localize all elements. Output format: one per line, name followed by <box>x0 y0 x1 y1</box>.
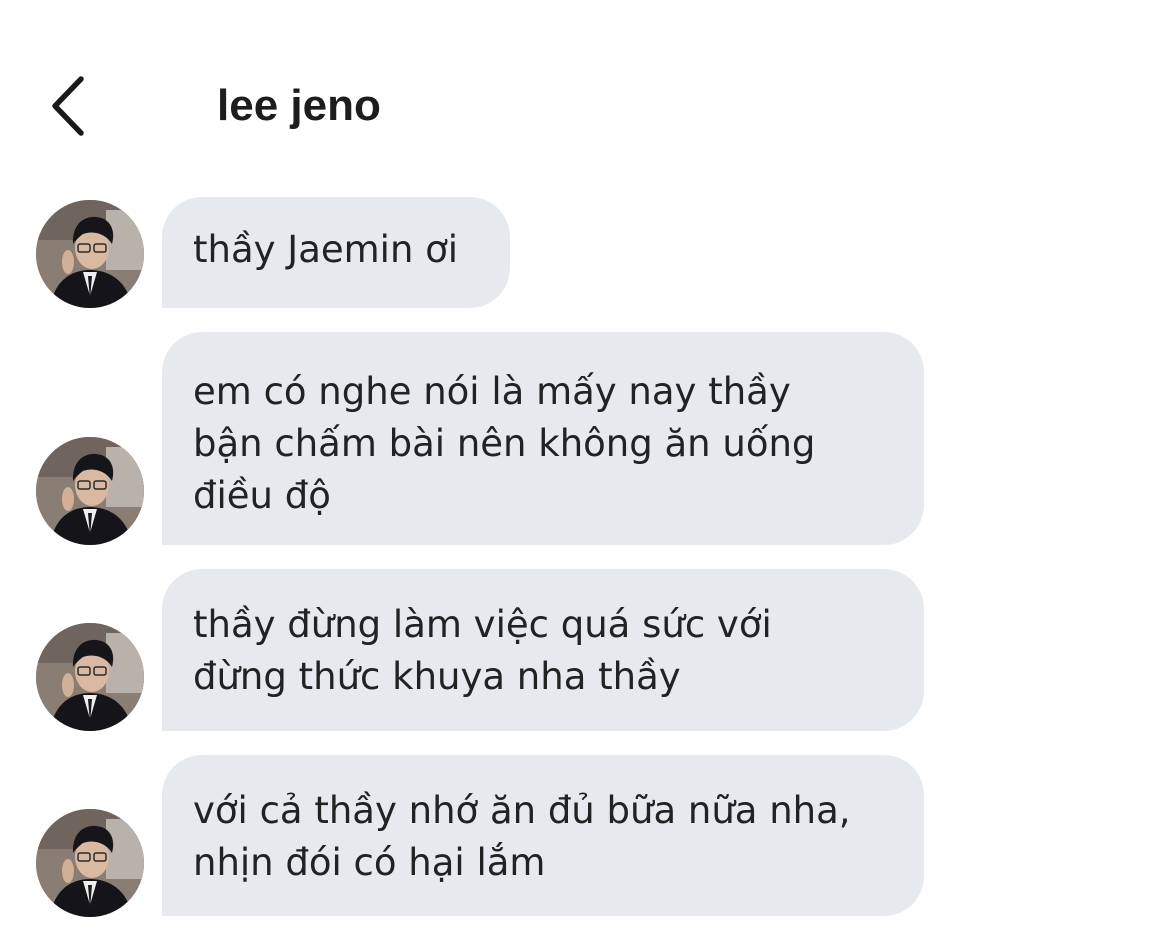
message-text-line: điều độ <box>193 474 331 517</box>
chevron-left-icon <box>52 76 84 136</box>
message-text-line: thầy đừng làm việc quá sức với <box>193 603 772 646</box>
avatar[interactable] <box>36 437 144 545</box>
message-text-line: em có nghe nói là mấy nay thầy <box>193 370 791 413</box>
chat-screen: lee jeno thầy Jaemin ơi em có nghe nói l… <box>0 0 1168 935</box>
chat-header: lee jeno <box>0 0 1168 190</box>
message-bubble[interactable]: em có nghe nói là mấy nay thầy bận chấm … <box>162 332 924 545</box>
message-text: thầy Jaemin ơi <box>193 228 459 271</box>
message-text-line: bận chấm bài nên không ăn uống <box>193 422 816 465</box>
message-text-line: nhịn đói có hại lắm <box>193 841 546 884</box>
avatar[interactable] <box>36 809 144 917</box>
message-bubble[interactable]: thầy Jaemin ơi <box>162 197 510 308</box>
message-bubble[interactable]: thầy đừng làm việc quá sức với đừng thức… <box>162 569 924 731</box>
page-title: lee jeno <box>217 81 381 130</box>
message-text-line: đừng thức khuya nha thầy <box>193 655 681 698</box>
back-button[interactable] <box>36 68 100 144</box>
message-text-line: với cả thầy nhớ ăn đủ bữa nữa nha, <box>193 789 851 832</box>
avatar[interactable] <box>36 200 144 308</box>
avatar[interactable] <box>36 623 144 731</box>
message-bubble[interactable]: với cả thầy nhớ ăn đủ bữa nữa nha, nhịn … <box>162 755 924 916</box>
